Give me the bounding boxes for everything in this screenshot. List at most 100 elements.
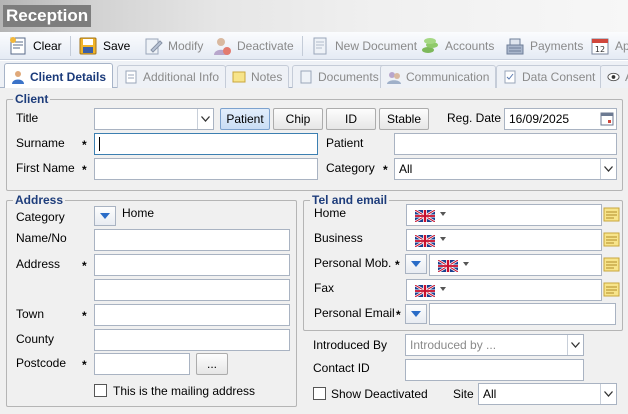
new-document-button[interactable]: New Document	[310, 32, 417, 59]
introduced-by-label: Introduced By	[313, 338, 388, 352]
communication-icon	[387, 72, 401, 84]
calendar-picker-icon[interactable]	[600, 112, 614, 126]
address-label: Address	[16, 257, 61, 271]
tab-label: Documents	[318, 70, 379, 84]
personal-mob-input[interactable]	[429, 254, 602, 276]
address-line2-input[interactable]	[94, 279, 290, 301]
reg-date-field[interactable]: 16/09/2025	[504, 108, 617, 130]
patient-type-button[interactable]: Patient	[220, 108, 270, 130]
surname-input[interactable]	[94, 133, 318, 155]
deactivate-button[interactable]: Deactivate	[212, 32, 294, 59]
tab-notes[interactable]: Notes	[225, 65, 290, 88]
tab-client-details[interactable]: Client Details	[4, 63, 114, 89]
postcode-input[interactable]	[94, 353, 190, 375]
stable-type-button[interactable]: Stable	[379, 108, 429, 130]
title-select[interactable]	[94, 108, 214, 130]
deactivate-user-icon	[214, 37, 231, 55]
uk-flag-icon[interactable]	[438, 260, 458, 272]
fax-input[interactable]	[406, 279, 602, 301]
chevron-down-icon	[411, 311, 421, 318]
surname-label: Surname	[16, 136, 65, 150]
modify-label: Modify	[168, 38, 204, 53]
documents-icon	[300, 70, 312, 84]
tab-additional-info[interactable]: Additional Info	[117, 65, 227, 88]
dropdown-arrow[interactable]	[197, 109, 213, 129]
text-cursor	[99, 137, 100, 151]
toolbar-separator	[70, 36, 71, 56]
chevron-down-icon	[604, 166, 613, 172]
introduced-by-select[interactable]: Introduced by ...	[405, 334, 584, 356]
accounts-label: Accounts	[445, 38, 495, 53]
address-category-dropdown[interactable]	[94, 206, 116, 226]
town-input[interactable]	[94, 304, 290, 326]
additional-info-icon	[125, 70, 137, 84]
phone-note-icon[interactable]	[603, 281, 620, 298]
modify-button[interactable]: Modify	[143, 32, 203, 59]
tab-communication[interactable]: Communication	[380, 65, 497, 88]
toolbar-separator	[302, 36, 303, 56]
site-select[interactable]: All	[478, 383, 617, 405]
chevron-down-icon	[411, 261, 421, 268]
address-line1-input[interactable]	[94, 254, 290, 276]
first-name-input[interactable]	[94, 158, 318, 180]
appointments-button[interactable]: 12 Ap	[590, 32, 628, 59]
chevron-down-icon	[604, 391, 613, 397]
phone-note-icon[interactable]	[603, 231, 620, 248]
patient-input[interactable]	[394, 133, 617, 155]
caret-down-icon	[440, 287, 446, 291]
tab-data-consent[interactable]: Data Consent	[496, 65, 603, 88]
contact-id-input[interactable]	[405, 359, 584, 381]
name-no-input[interactable]	[94, 229, 290, 251]
business-phone-input[interactable]	[406, 229, 602, 251]
appointments-label: Ap	[615, 38, 628, 53]
dropdown-arrow[interactable]	[567, 335, 583, 355]
uk-flag-icon[interactable]	[415, 210, 435, 222]
personal-email-input[interactable]	[429, 303, 616, 325]
tab-label: Data Consent	[522, 70, 596, 84]
address-legend: Address	[15, 193, 64, 207]
dropdown-arrow[interactable]	[600, 384, 616, 404]
chip-type-button[interactable]: Chip	[273, 108, 323, 130]
uk-flag-icon[interactable]	[415, 285, 435, 297]
mailing-address-checkbox[interactable]	[94, 384, 107, 397]
home-phone-input[interactable]	[406, 204, 602, 226]
client-icon	[12, 70, 24, 84]
show-deactivated-checkbox[interactable]	[313, 387, 326, 400]
clear-button[interactable]: Clear	[8, 32, 62, 59]
personal-email-label: Personal Email	[314, 306, 395, 320]
personal-email-type-dropdown[interactable]	[405, 304, 427, 324]
tab-bar: Client Details Additional Info Notes Doc…	[0, 61, 628, 89]
home-phone-label: Home	[314, 206, 347, 220]
required-marker: *	[82, 138, 87, 152]
id-type-button[interactable]: ID	[326, 108, 376, 130]
required-marker: *	[82, 358, 87, 372]
save-button[interactable]: Save	[78, 32, 130, 59]
payments-button[interactable]: Payments	[505, 32, 583, 59]
tab-documents[interactable]: Documents	[292, 65, 386, 88]
eye-icon	[607, 72, 620, 82]
client-category-select[interactable]: All	[394, 158, 617, 180]
county-input[interactable]	[94, 329, 290, 351]
personal-mob-type-dropdown[interactable]	[405, 254, 427, 274]
client-legend: Client	[15, 92, 49, 106]
window-title: Reception	[3, 5, 92, 27]
dropdown-arrow[interactable]	[600, 159, 616, 179]
tab-overflow[interactable]: A	[600, 65, 628, 88]
save-icon	[79, 37, 97, 54]
business-phone-label: Business	[314, 231, 363, 245]
required-marker: *	[82, 259, 87, 273]
accounts-button[interactable]: Accounts	[420, 32, 494, 59]
town-label: Town	[16, 307, 45, 321]
address-category-value: Home	[122, 206, 155, 220]
phone-note-icon[interactable]	[603, 206, 620, 223]
first-name-label: First Name	[16, 161, 75, 175]
postcode-lookup-button[interactable]: ...	[196, 353, 228, 375]
save-label: Save	[103, 38, 131, 53]
phone-note-icon[interactable]	[603, 256, 620, 273]
accounts-money-icon	[422, 37, 438, 53]
uk-flag-icon[interactable]	[415, 235, 435, 247]
chevron-down-icon	[571, 342, 580, 348]
site-label: Site	[453, 387, 474, 401]
caret-down-icon	[440, 237, 446, 241]
required-marker: *	[383, 163, 388, 177]
